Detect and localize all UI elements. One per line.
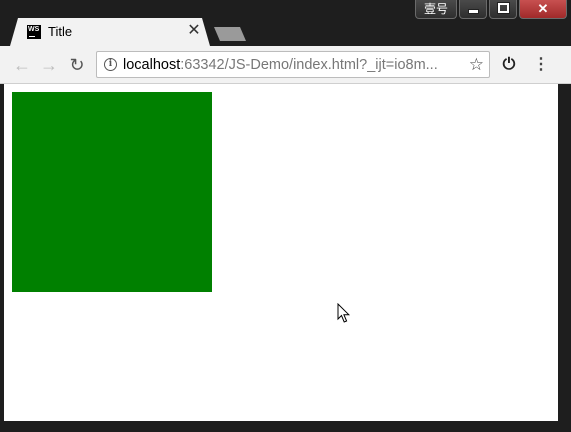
browser-window: WS Title ✕ 壹号 ✕ ← → ↻ i localhost:63342/… — [0, 0, 571, 432]
url-host: localhost — [123, 57, 181, 73]
minimize-icon — [467, 8, 479, 14]
close-icon[interactable]: ✕ — [187, 23, 201, 39]
browser-toolbar: ← → ↻ i localhost:63342/JS-Demo/index.ht… — [0, 46, 571, 84]
power-icon[interactable]: ⏻ — [498, 54, 520, 76]
webstorm-icon: WS — [27, 25, 41, 39]
address-bar[interactable]: i localhost:63342/JS-Demo/index.html?_ij… — [96, 51, 490, 78]
green-square — [12, 92, 212, 292]
tab-title[interactable]: WS Title ✕ — [10, 18, 210, 46]
page-viewport — [4, 84, 558, 421]
reload-icon[interactable]: ↻ — [66, 54, 88, 76]
window-close-button[interactable]: ✕ — [519, 0, 567, 19]
new-tab-button[interactable] — [214, 27, 246, 41]
ime-button[interactable]: 壹号 — [415, 0, 457, 19]
window-controls: 壹号 ✕ — [415, 0, 567, 20]
arrow-left-icon[interactable]: ← — [11, 54, 33, 76]
more-vertical-icon[interactable]: ⋮ — [530, 54, 552, 76]
tab-title-label: Title — [48, 24, 73, 39]
minimize-button[interactable] — [459, 0, 487, 19]
info-icon[interactable]: i — [104, 58, 117, 71]
url-text[interactable]: localhost:63342/JS-Demo/index.html?_ijt=… — [123, 56, 438, 74]
maximize-icon — [496, 2, 510, 15]
maximize-button[interactable] — [489, 0, 517, 19]
mouse-pointer-icon — [337, 303, 351, 323]
url-path: :63342/JS-Demo/index.html?_ijt=io8m... — [180, 57, 438, 73]
arrow-right-icon[interactable]: → — [38, 54, 60, 76]
tab-strip: WS Title ✕ 壹号 ✕ — [0, 0, 571, 46]
star-icon[interactable]: ☆ — [469, 54, 484, 75]
